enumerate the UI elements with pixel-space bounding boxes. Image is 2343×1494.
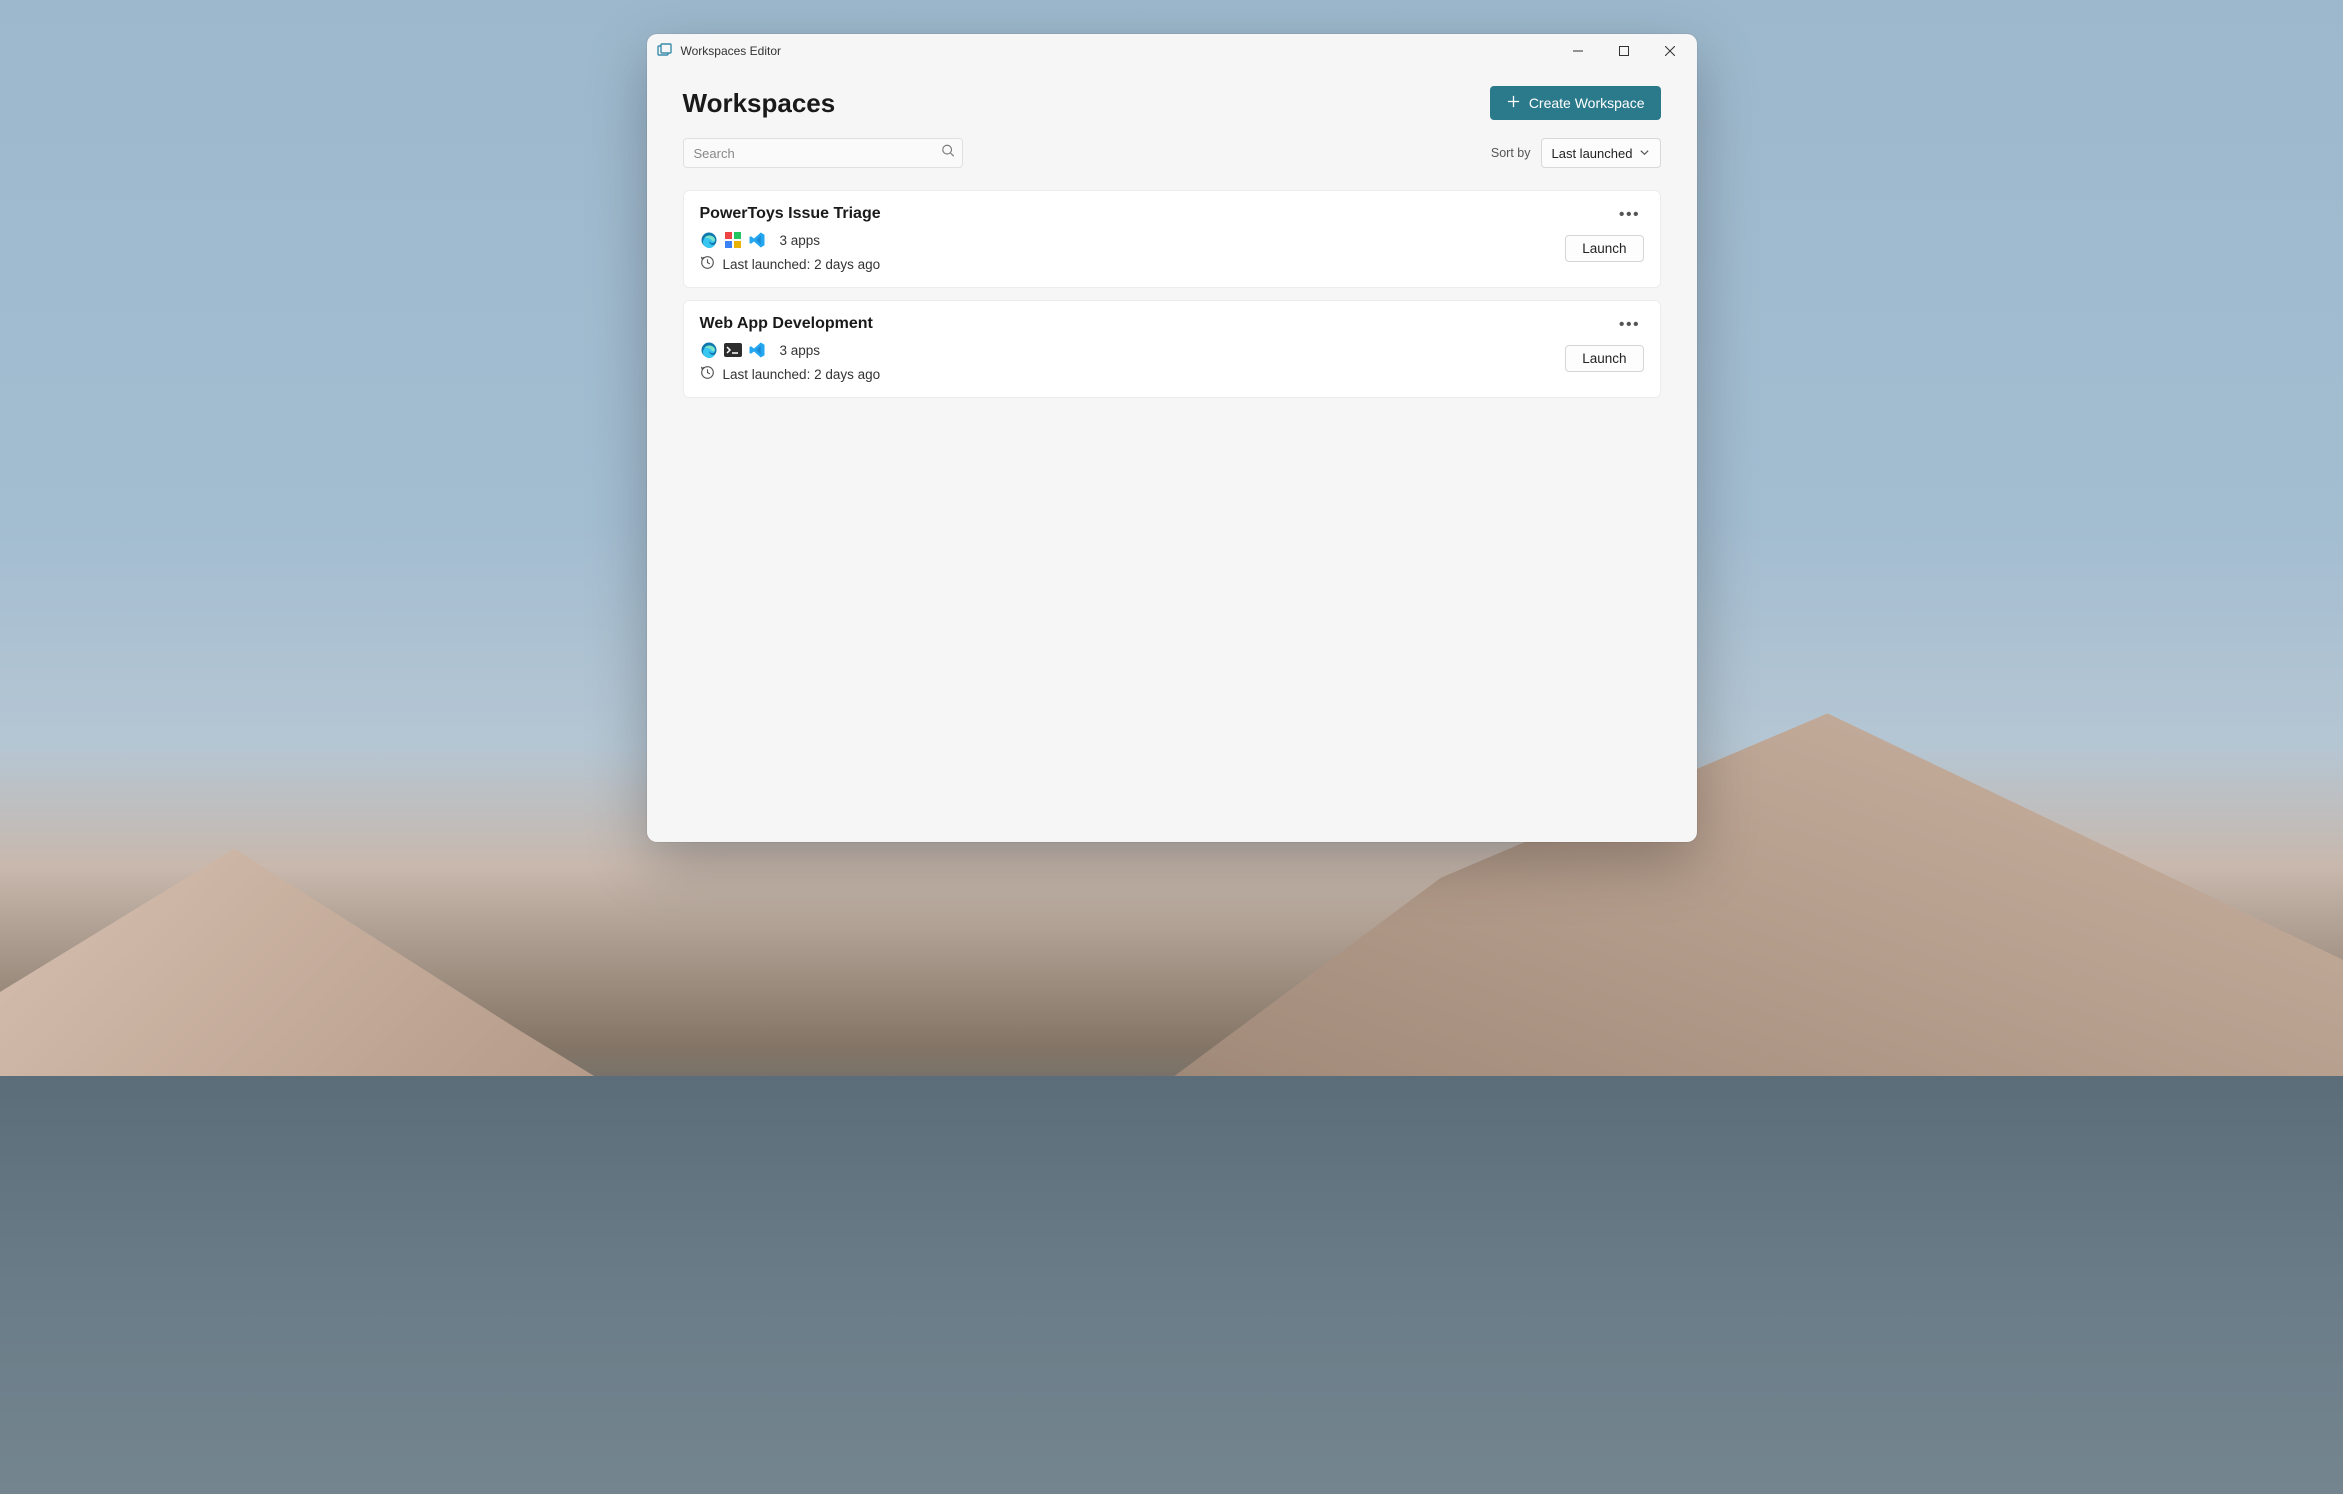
app-icon (657, 43, 673, 59)
history-icon (700, 255, 715, 273)
workspace-last-launched-row: Last launched: 2 days ago (700, 255, 1566, 273)
workspace-card-actions: ••• Launch (1565, 205, 1643, 262)
workspace-list: PowerToys Issue Triage 3 apps Last launche… (683, 190, 1661, 398)
workspace-app-icons (700, 341, 766, 359)
minimize-button[interactable] (1555, 34, 1601, 68)
page-title: Workspaces (683, 88, 836, 119)
maximize-button[interactable] (1601, 34, 1647, 68)
workspace-apps-row: 3 apps (700, 341, 1566, 359)
workspace-last-launched: Last launched: 2 days ago (723, 257, 881, 272)
history-icon (700, 365, 715, 383)
plus-icon (1506, 94, 1521, 112)
edge-icon (700, 231, 718, 249)
workspace-more-button[interactable]: ••• (1616, 205, 1644, 225)
workspace-app-icons (700, 231, 766, 249)
more-horizontal-icon: ••• (1619, 316, 1640, 334)
sort-label: Sort by (1491, 146, 1531, 160)
workspace-card[interactable]: PowerToys Issue Triage 3 apps Last launche… (683, 190, 1661, 288)
vscode-icon (748, 341, 766, 359)
window-title: Workspaces Editor (681, 44, 781, 58)
workspace-apps-count: 3 apps (780, 343, 821, 358)
search-field-wrap (683, 138, 963, 168)
sort-dropdown[interactable]: Last launched (1541, 138, 1661, 168)
vscode-icon (748, 231, 766, 249)
workspace-card-actions: ••• Launch (1565, 315, 1643, 372)
search-input[interactable] (683, 138, 963, 168)
workspace-title: PowerToys Issue Triage (700, 205, 1566, 223)
chevron-down-icon (1639, 146, 1650, 161)
sort-selected-value: Last launched (1552, 146, 1633, 161)
titlebar: Workspaces Editor (647, 34, 1697, 68)
workspace-apps-count: 3 apps (780, 233, 821, 248)
workspace-card[interactable]: Web App Development 3 apps Last launched: … (683, 300, 1661, 398)
terminal-icon (724, 341, 742, 359)
edge-icon (700, 341, 718, 359)
workspace-launch-button[interactable]: Launch (1565, 345, 1643, 372)
workspace-apps-row: 3 apps (700, 231, 1566, 249)
workspace-last-launched-row: Last launched: 2 days ago (700, 365, 1566, 383)
app-window: Workspaces Editor Workspaces Create Work… (647, 34, 1697, 842)
more-horizontal-icon: ••• (1619, 206, 1640, 224)
create-workspace-button[interactable]: Create Workspace (1490, 86, 1661, 120)
workspace-last-launched: Last launched: 2 days ago (723, 367, 881, 382)
powertoys-icon (724, 231, 742, 249)
content-area: Workspaces Create Workspace Sort by Last… (647, 68, 1697, 842)
workspace-card-content: Web App Development 3 apps Last launched: … (700, 315, 1566, 383)
create-workspace-label: Create Workspace (1529, 95, 1645, 111)
workspace-more-button[interactable]: ••• (1616, 315, 1644, 335)
workspace-title: Web App Development (700, 315, 1566, 333)
workspace-launch-button[interactable]: Launch (1565, 235, 1643, 262)
close-button[interactable] (1647, 34, 1693, 68)
workspace-card-content: PowerToys Issue Triage 3 apps Last launche… (700, 205, 1566, 273)
